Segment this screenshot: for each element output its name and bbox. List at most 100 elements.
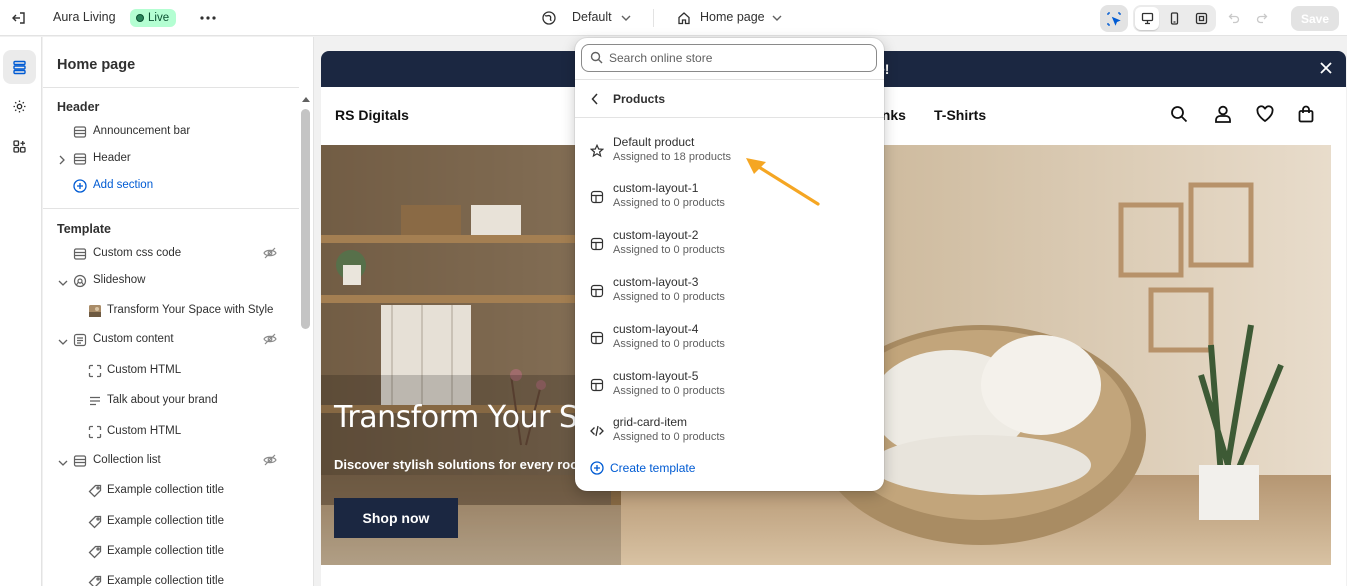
back-label: Products [613, 92, 666, 106]
more-options-icon[interactable] [198, 9, 218, 27]
divider [43, 208, 299, 209]
section-layout-icon [72, 151, 88, 167]
device-preview-group [1133, 5, 1216, 32]
template-assignment: Assigned to 0 products [613, 291, 725, 303]
section-row-collection-list[interactable]: Collection list [43, 448, 299, 474]
block-row-collection[interactable]: Example collection title [43, 539, 299, 565]
section-row-slideshow[interactable]: Slideshow [43, 268, 299, 294]
template-name: custom-layout-2 [613, 228, 699, 242]
tag-icon [87, 483, 103, 499]
close-icon[interactable] [1319, 61, 1333, 78]
template-group-heading: Template [57, 222, 111, 236]
section-label: Custom css code [93, 247, 182, 259]
status-badge: Live [130, 9, 177, 27]
chevron-left-icon [591, 93, 599, 108]
chevron-right-icon[interactable] [58, 154, 66, 168]
account-icon[interactable] [1214, 105, 1232, 126]
block-row-custom-html[interactable]: Custom HTML [43, 419, 299, 445]
left-rail [0, 37, 42, 586]
eye-hidden-icon[interactable] [263, 247, 277, 262]
search-input[interactable] [609, 49, 869, 67]
section-row-announcement-bar[interactable]: Announcement bar [43, 119, 299, 145]
section-layout-icon [72, 246, 88, 262]
chevron-down-icon[interactable] [58, 276, 68, 290]
section-row-header[interactable]: Header [43, 146, 299, 172]
text-lines-icon [87, 393, 103, 409]
search-icon[interactable] [1170, 105, 1188, 126]
store-logo-text[interactable]: RS Digitals [335, 107, 409, 123]
divider [575, 117, 884, 118]
section-row-custom-css[interactable]: Custom css code [43, 241, 299, 267]
block-label: Talk about your brand [107, 394, 218, 406]
sections-sidebar: Home page Header Announcement bar Header… [43, 37, 314, 586]
block-row-custom-html[interactable]: Custom HTML [43, 358, 299, 384]
nav-link[interactable]: T-Shirts [934, 107, 986, 123]
tag-icon [87, 574, 103, 586]
store-name: Aura Living [53, 10, 116, 24]
shop-now-button[interactable]: Shop now [334, 498, 458, 538]
tag-icon [87, 544, 103, 560]
theme-selector[interactable]: Default [572, 10, 612, 24]
desktop-view-button[interactable] [1135, 7, 1159, 30]
fullscreen-view-button[interactable] [1189, 7, 1213, 30]
block-row-talk-about-brand[interactable]: Talk about your brand [43, 388, 299, 414]
settings-tab-button[interactable] [3, 89, 36, 123]
template-option-custom-layout-3[interactable]: custom-layout-3 Assigned to 0 products [575, 272, 884, 316]
search-field[interactable] [581, 44, 877, 72]
add-section-button[interactable]: Add section [43, 173, 299, 199]
page-title: Home page [57, 57, 136, 73]
divider [653, 9, 654, 27]
divider [575, 79, 884, 80]
exit-icon[interactable] [10, 9, 28, 27]
block-row-collection[interactable]: Example collection title [43, 478, 299, 504]
scrollbar-thumb[interactable] [301, 109, 310, 329]
template-assignment: Assigned to 18 products [613, 151, 732, 163]
cart-bag-icon[interactable] [1297, 105, 1315, 126]
template-name: custom-layout-4 [613, 322, 699, 336]
search-icon [590, 51, 603, 67]
eye-hidden-icon[interactable] [263, 454, 277, 469]
block-row-slide[interactable]: Transform Your Space with Style [43, 298, 299, 324]
content-icon [72, 332, 88, 348]
fullscreen-icon [1195, 12, 1207, 25]
template-option-default-product[interactable]: Default product Assigned to 18 products [575, 132, 884, 176]
template-option-grid-card-item[interactable]: grid-card-item Assigned to 0 products [575, 412, 884, 456]
wishlist-heart-icon[interactable] [1256, 105, 1274, 126]
page-selector[interactable]: Home page [700, 10, 765, 24]
template-assignment: Assigned to 0 products [613, 431, 725, 443]
layout-icon [590, 190, 604, 207]
chevron-down-icon[interactable] [58, 335, 68, 349]
block-row-collection[interactable]: Example collection title [43, 509, 299, 535]
create-template-button[interactable]: Create template [575, 456, 884, 480]
hero-subtitle: Discover stylish solutions for every roo… [334, 457, 590, 472]
tag-icon [87, 514, 103, 530]
template-picker-dropdown: Products Default product Assigned to 18 … [575, 38, 884, 491]
chevron-down-icon[interactable] [58, 456, 68, 470]
block-label: Example collection title [107, 484, 224, 496]
section-label: Custom content [93, 333, 174, 345]
save-button[interactable]: Save [1291, 6, 1339, 31]
redo-icon[interactable] [1255, 11, 1269, 25]
annotation-arrow-icon [746, 158, 820, 206]
section-label: Slideshow [93, 274, 146, 286]
apps-tab-button[interactable] [3, 129, 36, 163]
section-row-custom-content[interactable]: Custom content [43, 327, 299, 353]
add-section-label: Add section [93, 179, 154, 191]
template-option-custom-layout-1[interactable]: custom-layout-1 Assigned to 0 products [575, 178, 884, 222]
dashed-frame-icon [87, 424, 103, 440]
mobile-view-button[interactable] [1162, 7, 1186, 30]
sections-tab-button[interactable] [3, 50, 36, 84]
template-option-custom-layout-5[interactable]: custom-layout-5 Assigned to 0 products [575, 366, 884, 410]
back-to-products-button[interactable]: Products [575, 84, 884, 114]
inspector-toggle-button[interactable] [1100, 5, 1128, 32]
undo-icon[interactable] [1227, 11, 1241, 25]
template-name: custom-layout-5 [613, 369, 699, 383]
select-cursor-icon [1107, 11, 1121, 26]
block-label: Example collection title [107, 515, 224, 527]
gear-icon [13, 100, 26, 112]
eye-hidden-icon[interactable] [263, 333, 277, 348]
template-option-custom-layout-4[interactable]: custom-layout-4 Assigned to 0 products [575, 319, 884, 363]
template-option-custom-layout-2[interactable]: custom-layout-2 Assigned to 0 products [575, 225, 884, 269]
block-row-collection[interactable]: Example collection title [43, 569, 299, 586]
sections-icon [13, 60, 26, 74]
